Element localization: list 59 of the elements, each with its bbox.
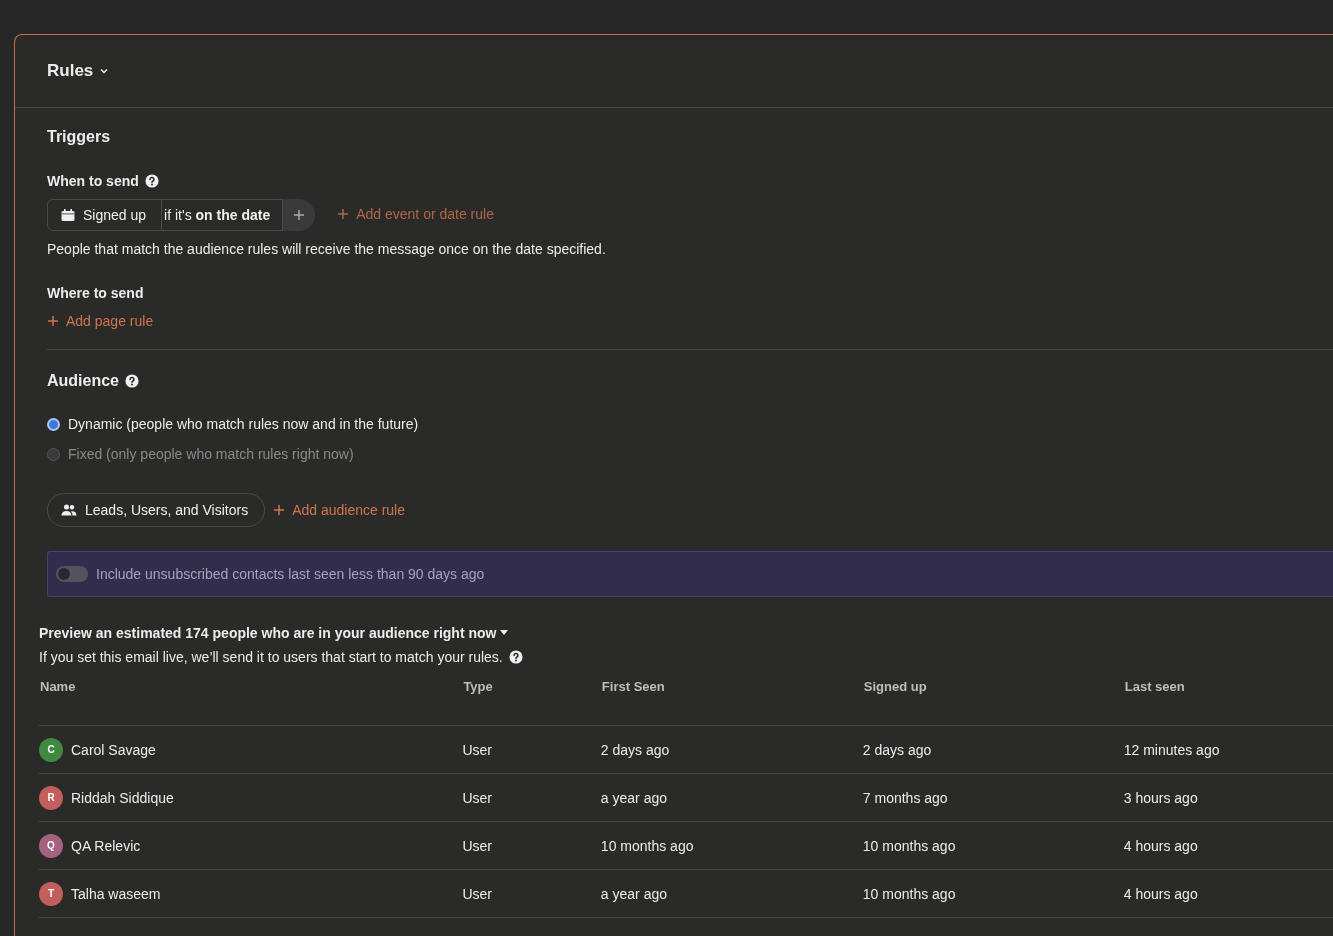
table-cell: 3 hours ago (1123, 789, 1198, 806)
table-cell: 4 hours ago (1123, 885, 1198, 902)
radio-label: Fixed (only people who match rules right now) (68, 446, 354, 462)
table-cell: 4 hours ago (1123, 837, 1198, 854)
table-cell: a year ago (600, 885, 667, 902)
table-cell: 2 days ago (862, 741, 932, 758)
table-cell: 10 months ago (862, 837, 956, 854)
toggle-label: Include unsubscribed contacts last seen less than 90 days ago (96, 566, 485, 582)
caret-down-icon[interactable] (500, 630, 509, 636)
radio-button[interactable] (47, 447, 60, 461)
people-icon (61, 504, 77, 516)
table-cell: User (462, 885, 492, 902)
table-cell: 10 months ago (862, 885, 956, 902)
help-icon[interactable] (125, 374, 139, 388)
field-label: Where to send (47, 285, 145, 301)
table-cell: QA Relevic (71, 837, 141, 854)
column-header: First Seen (601, 679, 665, 694)
preview-subtitle: If you set this email live, we’ll send it to users that start to match your rules. (39, 649, 503, 665)
add-condition-button[interactable] (283, 199, 316, 231)
column-header: Last seen (1124, 679, 1185, 694)
table-cell: 10 months ago (600, 837, 694, 854)
table-cell: Carol Savage (71, 741, 156, 758)
chevron-down-icon[interactable] (99, 66, 110, 76)
event-selector[interactable]: Signed up (47, 199, 163, 231)
table-cell: Talha waseem (71, 885, 161, 902)
section-title: Rules (47, 61, 94, 81)
table-cell: User (462, 789, 492, 806)
field-label: When to send (47, 173, 139, 189)
table-cell: 7 months ago (862, 789, 948, 806)
add-rule-link[interactable]: Add audience rule (265, 502, 414, 518)
section-heading: Audience (47, 372, 119, 390)
avatar: C (39, 737, 63, 762)
table-cell: 12 minutes ago (1123, 741, 1220, 758)
table-cell: User (462, 741, 492, 758)
plus-icon (337, 208, 350, 220)
section-heading: Triggers (47, 128, 112, 146)
plus-icon (273, 504, 286, 516)
table-cell: Riddah Siddique (71, 789, 174, 806)
plus-icon (293, 209, 306, 221)
audience-selector[interactable]: Leads, Users, and Visitors (47, 493, 266, 527)
calendar-icon (61, 208, 75, 222)
column-header: Type (463, 679, 493, 694)
help-icon[interactable] (508, 650, 523, 664)
avatar: Q (39, 833, 63, 858)
table-cell: 2 days ago (600, 741, 670, 758)
toggle-switch[interactable] (56, 566, 88, 582)
column-header: Signed up (863, 679, 927, 694)
column-header: Name (40, 679, 76, 694)
condition-selector[interactable]: if it's on the date (162, 199, 284, 231)
add-rule-link[interactable]: Add page rule (47, 313, 154, 329)
preview-title[interactable]: Preview an estimated 174 people who are in your audience right now (39, 625, 497, 641)
description-text: People that match the audience rules will receive the message once on the date specified. (47, 241, 607, 257)
table-cell: User (462, 837, 492, 854)
help-icon[interactable] (144, 174, 159, 188)
avatar: R (39, 785, 63, 810)
table-cell: a year ago (600, 789, 667, 806)
avatar: T (39, 881, 63, 906)
radio-label: Dynamic (people who match rules now and in the future) (68, 416, 419, 432)
plus-icon (47, 315, 59, 327)
